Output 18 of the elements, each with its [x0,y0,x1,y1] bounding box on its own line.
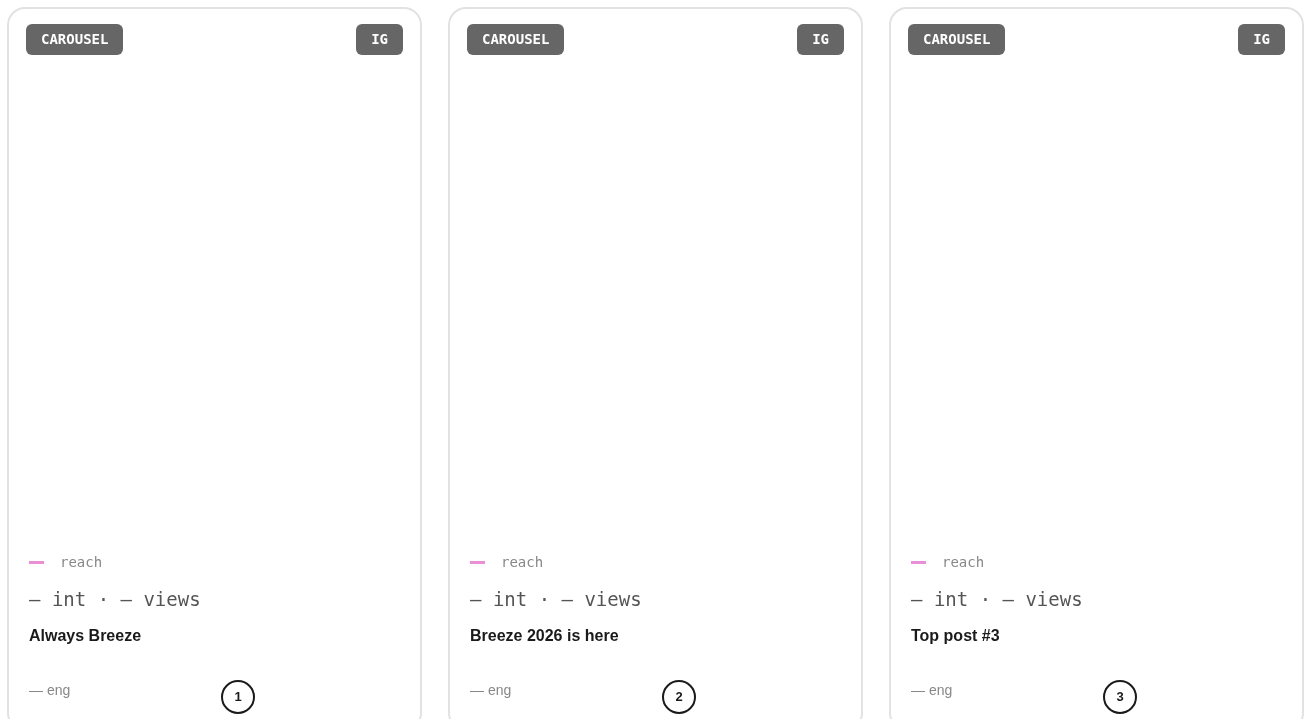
format-tag: CAROUSEL [26,24,124,55]
engagement-text: — eng [470,681,513,700]
reach-label: reach [942,553,985,572]
post-title: Always Breeze [28,625,143,646]
post-title: Breeze 2026 is here [469,625,620,646]
reach-label: reach [60,553,103,572]
format-tag: CAROUSEL [467,24,565,55]
stats-text: — int · — views [469,587,643,612]
format-tag: CAROUSEL [908,24,1006,55]
platform-tag: IG [356,24,403,55]
reach-label: reach [501,553,544,572]
stats-text: — int · — views [28,587,202,612]
post-title: Top post #3 [910,625,1001,646]
engagement-text: — eng [911,681,954,700]
engagement-text: — eng [29,681,72,700]
stats-text: — int · — views [910,587,1084,612]
platform-tag: IG [797,24,844,55]
platform-tag: IG [1238,24,1285,55]
